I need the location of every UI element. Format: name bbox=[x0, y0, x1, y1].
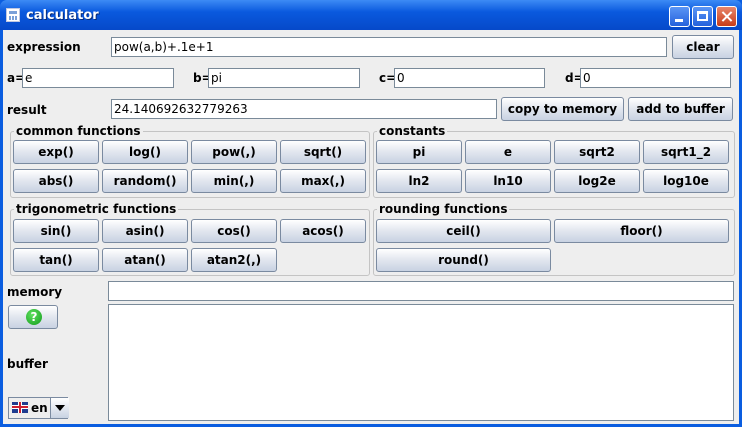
ceil-button[interactable]: ceil() bbox=[376, 219, 551, 243]
max-button[interactable]: max(,) bbox=[280, 169, 366, 193]
result-label: result bbox=[7, 103, 47, 117]
buffer-label: buffer bbox=[7, 357, 48, 371]
memory-field[interactable] bbox=[108, 281, 734, 301]
language-select[interactable]: en bbox=[8, 397, 69, 419]
pow-button[interactable]: pow(,) bbox=[191, 140, 277, 164]
tan-button[interactable]: tan() bbox=[13, 248, 99, 272]
atan2-button[interactable]: atan2(,) bbox=[191, 248, 277, 272]
random-button[interactable]: random() bbox=[102, 169, 188, 193]
asin-button[interactable]: asin() bbox=[102, 219, 188, 243]
sqrt1-2-button[interactable]: sqrt1_2 bbox=[643, 140, 729, 164]
uk-flag-icon bbox=[12, 402, 28, 413]
minimize-button[interactable] bbox=[669, 6, 690, 27]
language-value: en bbox=[31, 401, 48, 415]
maximize-button[interactable] bbox=[692, 6, 713, 27]
variable-b-input[interactable]: pi bbox=[208, 68, 360, 88]
help-button[interactable]: ? bbox=[8, 305, 58, 329]
common-functions-title: common functions bbox=[14, 124, 143, 138]
chevron-down-icon[interactable] bbox=[50, 398, 69, 418]
question-icon: ? bbox=[26, 309, 42, 325]
close-button[interactable] bbox=[716, 6, 737, 27]
acos-button[interactable]: acos() bbox=[280, 219, 366, 243]
sqrt2-button[interactable]: sqrt2 bbox=[554, 140, 640, 164]
calculator-window: calculator expression pow(a,b)+.1e+1 cle… bbox=[0, 0, 742, 427]
result-field[interactable]: 24.140692632779263 bbox=[111, 99, 497, 119]
buffer-textarea[interactable] bbox=[108, 304, 734, 421]
clear-button[interactable]: clear bbox=[672, 35, 734, 59]
ln10-button[interactable]: ln10 bbox=[465, 169, 551, 193]
trigonometric-functions-title: trigonometric functions bbox=[14, 202, 179, 216]
variable-a-input[interactable]: e bbox=[22, 68, 174, 88]
memory-label: memory bbox=[7, 285, 63, 299]
expression-input[interactable]: pow(a,b)+.1e+1 bbox=[111, 37, 667, 57]
min-button[interactable]: min(,) bbox=[191, 169, 277, 193]
e-button[interactable]: e bbox=[465, 140, 551, 164]
window-title: calculator bbox=[26, 8, 99, 23]
ln2-button[interactable]: ln2 bbox=[376, 169, 462, 193]
variable-c-input[interactable]: 0 bbox=[394, 68, 545, 88]
floor-button[interactable]: floor() bbox=[554, 219, 729, 243]
log-button[interactable]: log() bbox=[102, 140, 188, 164]
round-button[interactable]: round() bbox=[376, 248, 551, 272]
variable-d-input[interactable]: 0 bbox=[580, 68, 731, 88]
exp-button[interactable]: exp() bbox=[13, 140, 99, 164]
client-area: expression pow(a,b)+.1e+1 clear a= e b= … bbox=[3, 30, 739, 424]
title-bar[interactable]: calculator bbox=[0, 0, 742, 30]
copy-to-memory-button[interactable]: copy to memory bbox=[501, 97, 624, 121]
cos-button[interactable]: cos() bbox=[191, 219, 277, 243]
rounding-functions-title: rounding functions bbox=[377, 202, 510, 216]
sin-button[interactable]: sin() bbox=[13, 219, 99, 243]
calculator-app-icon bbox=[6, 8, 20, 22]
add-to-buffer-button[interactable]: add to buffer bbox=[628, 97, 733, 121]
expression-label: expression bbox=[7, 40, 81, 54]
pi-button[interactable]: pi bbox=[376, 140, 462, 164]
constants-title: constants bbox=[377, 124, 448, 138]
log2e-button[interactable]: log2e bbox=[554, 169, 640, 193]
log10e-button[interactable]: log10e bbox=[643, 169, 729, 193]
sqrt-button[interactable]: sqrt() bbox=[280, 140, 366, 164]
abs-button[interactable]: abs() bbox=[13, 169, 99, 193]
atan-button[interactable]: atan() bbox=[102, 248, 188, 272]
